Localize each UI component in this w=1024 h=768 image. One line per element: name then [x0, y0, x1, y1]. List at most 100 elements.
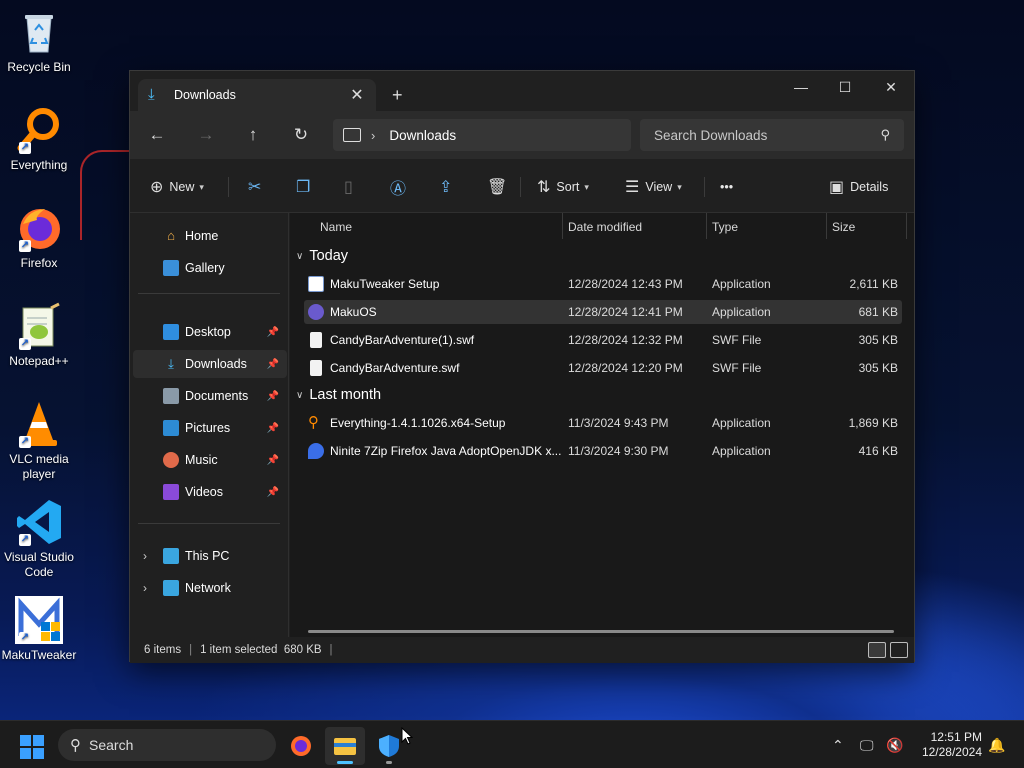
maximize-button[interactable]: ☐ [822, 71, 868, 103]
address-bar[interactable]: › Downloads [333, 119, 631, 151]
pin-icon: 📌 [266, 486, 279, 498]
notification-bell-icon[interactable]: 🔔 [988, 737, 1005, 754]
sidebar-item-music[interactable]: Music 📌 [133, 446, 287, 474]
desktop-icon-makutweaker[interactable]: ↗ MakuTweaker [0, 596, 78, 663]
desktop-icon [163, 324, 179, 340]
search-box[interactable]: Search Downloads ⚲ [640, 119, 904, 151]
share-button[interactable]: ⇪ [439, 175, 458, 199]
paste-icon: ▯ [344, 179, 353, 196]
download-arrow-icon: ⤓ [148, 86, 155, 103]
more-options-button[interactable]: ••• [720, 175, 733, 199]
network-status-icon[interactable]: 🖵 [860, 737, 874, 754]
pin-icon: 📌 [266, 358, 279, 370]
file-row[interactable]: MakuTweaker Setup 12/28/2024 12:43 PM Ap… [304, 272, 902, 296]
details-view-button[interactable] [868, 642, 886, 658]
file-row[interactable]: CandyBarAdventure(1).swf 12/28/2024 12:3… [304, 328, 902, 352]
group-header-last-month[interactable]: ∨ Last month [296, 384, 381, 406]
sidebar-item-desktop[interactable]: Desktop 📌 [133, 318, 287, 346]
column-header-type[interactable]: Type [712, 213, 738, 241]
status-divider: | [189, 644, 193, 656]
taskbar: ⚲ Search ⌃ 🖵 🔇 12:51 PM 12/28/2024 🔔 [0, 720, 1024, 768]
sidebar-divider [138, 293, 280, 294]
details-pane-button[interactable]: ▣ Details [829, 175, 888, 199]
file-row[interactable]: MakuOS 12/28/2024 12:41 PM Application 6… [304, 300, 902, 324]
column-header-name[interactable]: Name [320, 213, 352, 241]
sidebar-item-this-pc[interactable]: › This PC [133, 542, 287, 570]
navigation-pane: ⌂ Home Gallery Desktop 📌 ⤓ Downloads 📌 D… [130, 213, 289, 637]
pin-icon: 📌 [266, 422, 279, 434]
file-row[interactable]: CandyBarAdventure.swf 12/28/2024 12:20 P… [304, 356, 902, 380]
new-tab-button[interactable]: + [392, 85, 403, 106]
makutweaker-icon: ↗ [15, 596, 63, 644]
chevron-right-icon: › [371, 127, 376, 143]
refresh-button[interactable]: ↻ [289, 123, 313, 147]
volume-muted-icon[interactable]: 🔇 [886, 737, 903, 754]
show-hidden-icons-button[interactable]: ⌃ [832, 737, 844, 754]
forward-button[interactable]: → [194, 123, 218, 147]
up-button[interactable]: ↑ [241, 123, 265, 147]
desktop-icon-firefox[interactable]: ↗ Firefox [0, 204, 78, 271]
file-row[interactable]: ⚲ Everything-1.4.1.1026.x64-Setup 11/3/2… [304, 411, 902, 435]
paste-button[interactable]: ▯ [344, 175, 359, 199]
ninite-file-icon [308, 443, 324, 459]
desktop-icon-vscode[interactable]: ↗ Visual Studio Code [0, 498, 78, 580]
cut-button[interactable]: ✂ [248, 175, 267, 199]
tab-downloads[interactable]: ⤓ Downloads ✕ [138, 79, 376, 111]
sidebar-item-gallery[interactable]: Gallery [133, 254, 287, 282]
column-divider[interactable] [906, 213, 907, 239]
sidebar-item-network[interactable]: › Network [133, 574, 287, 602]
minimize-button[interactable]: ― [778, 71, 824, 103]
rename-button[interactable]: Ⓐ [390, 175, 412, 199]
toolbar-divider [228, 177, 229, 197]
breadcrumb-downloads[interactable]: Downloads [389, 128, 456, 143]
clock[interactable]: 12:51 PM 12/28/2024 [912, 730, 982, 760]
horizontal-scrollbar[interactable] [308, 630, 894, 633]
view-button[interactable]: ☰ View ▾ [625, 175, 682, 199]
sidebar-item-videos[interactable]: Videos 📌 [133, 478, 287, 506]
tiles-view-button[interactable] [890, 642, 908, 658]
new-button[interactable]: ⊕ New ▾ [150, 175, 204, 199]
sidebar-divider [138, 523, 280, 524]
sort-button[interactable]: ⇅ Sort ▾ [537, 175, 589, 199]
chevron-right-icon[interactable]: › [143, 549, 147, 563]
home-icon: ⌂ [167, 228, 175, 243]
view-toggle [868, 642, 908, 658]
taskbar-search[interactable]: ⚲ Search [58, 729, 276, 761]
vscode-icon: ↗ [15, 498, 63, 546]
chevron-right-icon[interactable]: › [143, 581, 147, 595]
firefox-icon: ↗ [15, 204, 63, 252]
sidebar-item-documents[interactable]: Documents 📌 [133, 382, 287, 410]
sort-icon: ⇅ [537, 179, 551, 196]
taskbar-firefox[interactable] [281, 727, 321, 765]
back-button[interactable]: ← [145, 123, 169, 147]
delete-button[interactable]: 🗑 [487, 175, 513, 199]
sidebar-item-home[interactable]: ⌂ Home [133, 222, 287, 250]
file-row[interactable]: Ninite 7Zip Firefox Java AdoptOpenJDK x.… [304, 439, 902, 463]
taskbar-file-explorer[interactable] [325, 727, 365, 765]
column-divider[interactable] [826, 213, 827, 239]
desktop-icon-notepad-plus-plus[interactable]: ↗ Notepad++ [0, 302, 78, 369]
clock-date: 12/28/2024 [921, 745, 982, 759]
group-header-today[interactable]: ∨ Today [296, 245, 348, 267]
music-icon [163, 452, 179, 468]
close-tab-icon[interactable]: ✕ [348, 85, 366, 105]
navigation-bar: ← → ↑ ↻ › Downloads Search Downloads ⚲ [130, 111, 914, 159]
column-divider[interactable] [562, 213, 563, 239]
sidebar-item-downloads[interactable]: ⤓ Downloads 📌 [133, 350, 287, 378]
copy-button[interactable]: ❐ [296, 175, 316, 199]
column-header-date[interactable]: Date modified [568, 213, 642, 241]
start-button[interactable] [20, 735, 44, 759]
column-header-size[interactable]: Size [832, 213, 855, 241]
windows-logo-icon [20, 735, 31, 746]
details-pane-icon: ▣ [829, 179, 845, 196]
search-icon: ⚲ [880, 127, 890, 142]
desktop-icon-recycle-bin[interactable]: Recycle Bin [0, 8, 78, 75]
clock-time: 12:51 PM [930, 730, 982, 744]
sidebar-item-pictures[interactable]: Pictures 📌 [133, 414, 287, 442]
search-placeholder: Search Downloads [654, 127, 768, 143]
close-window-button[interactable]: ✕ [868, 71, 914, 103]
column-divider[interactable] [706, 213, 707, 239]
documents-icon [163, 388, 179, 404]
desktop-icon-vlc[interactable]: ↗ VLC media player [0, 400, 78, 482]
desktop-icon-everything[interactable]: ↗ Everything [0, 106, 78, 173]
